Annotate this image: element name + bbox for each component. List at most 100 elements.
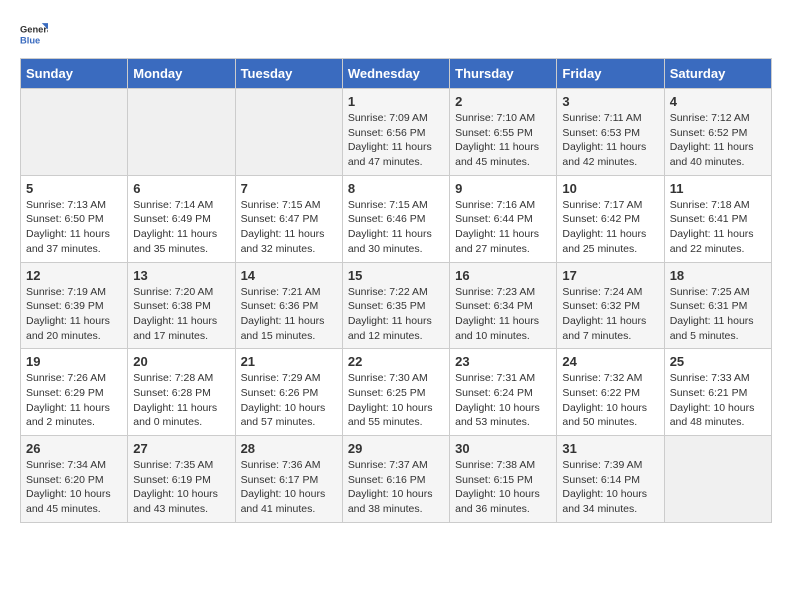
- day-info: Sunrise: 7:09 AM Sunset: 6:56 PM Dayligh…: [348, 111, 444, 170]
- day-number: 13: [133, 268, 229, 283]
- day-of-week-header: Thursday: [450, 59, 557, 89]
- day-number: 26: [26, 441, 122, 456]
- day-info: Sunrise: 7:12 AM Sunset: 6:52 PM Dayligh…: [670, 111, 766, 170]
- calendar-cell: 9 Sunrise: 7:16 AM Sunset: 6:44 PM Daylig…: [450, 175, 557, 262]
- calendar-cell: 23 Sunrise: 7:31 AM Sunset: 6:24 PM Dayli…: [450, 349, 557, 436]
- calendar-cell: 20 Sunrise: 7:28 AM Sunset: 6:28 PM Dayli…: [128, 349, 235, 436]
- calendar-cell: [128, 89, 235, 176]
- day-info: Sunrise: 7:11 AM Sunset: 6:53 PM Dayligh…: [562, 111, 658, 170]
- day-of-week-header: Wednesday: [342, 59, 449, 89]
- calendar-cell: 1 Sunrise: 7:09 AM Sunset: 6:56 PM Daylig…: [342, 89, 449, 176]
- calendar-cell: 19 Sunrise: 7:26 AM Sunset: 6:29 PM Dayli…: [21, 349, 128, 436]
- day-number: 24: [562, 354, 658, 369]
- logo-icon: General Blue: [20, 20, 48, 48]
- day-of-week-header: Saturday: [664, 59, 771, 89]
- day-number: 22: [348, 354, 444, 369]
- day-info: Sunrise: 7:34 AM Sunset: 6:20 PM Dayligh…: [26, 458, 122, 517]
- day-number: 1: [348, 94, 444, 109]
- day-info: Sunrise: 7:26 AM Sunset: 6:29 PM Dayligh…: [26, 371, 122, 430]
- day-info: Sunrise: 7:33 AM Sunset: 6:21 PM Dayligh…: [670, 371, 766, 430]
- day-info: Sunrise: 7:25 AM Sunset: 6:31 PM Dayligh…: [670, 285, 766, 344]
- day-info: Sunrise: 7:36 AM Sunset: 6:17 PM Dayligh…: [241, 458, 337, 517]
- day-number: 27: [133, 441, 229, 456]
- day-number: 3: [562, 94, 658, 109]
- calendar-cell: 30 Sunrise: 7:38 AM Sunset: 6:15 PM Dayli…: [450, 436, 557, 523]
- calendar-cell: 16Sunrise: 7:23 AM Sunset: 6:34 PM Dayli…: [450, 262, 557, 349]
- day-info: Sunrise: 7:35 AM Sunset: 6:19 PM Dayligh…: [133, 458, 229, 517]
- day-number: 16: [455, 268, 551, 283]
- day-info: Sunrise: 7:24 AM Sunset: 6:32 PM Dayligh…: [562, 285, 658, 344]
- day-number: 28: [241, 441, 337, 456]
- day-info: Sunrise: 7:28 AM Sunset: 6:28 PM Dayligh…: [133, 371, 229, 430]
- day-number: 25: [670, 354, 766, 369]
- day-info: Sunrise: 7:18 AM Sunset: 6:41 PM Dayligh…: [670, 198, 766, 257]
- calendar-cell: 14Sunrise: 7:21 AM Sunset: 6:36 PM Dayli…: [235, 262, 342, 349]
- day-info: Sunrise: 7:22 AM Sunset: 6:35 PM Dayligh…: [348, 285, 444, 344]
- calendar-cell: 8 Sunrise: 7:15 AM Sunset: 6:46 PM Daylig…: [342, 175, 449, 262]
- day-number: 8: [348, 181, 444, 196]
- svg-text:Blue: Blue: [20, 35, 40, 45]
- day-info: Sunrise: 7:16 AM Sunset: 6:44 PM Dayligh…: [455, 198, 551, 257]
- calendar-cell: 5Sunrise: 7:13 AM Sunset: 6:50 PM Daylig…: [21, 175, 128, 262]
- day-number: 6: [133, 181, 229, 196]
- calendar-cell: 22Sunrise: 7:30 AM Sunset: 6:25 PM Dayli…: [342, 349, 449, 436]
- calendar-cell: 27 Sunrise: 7:35 AM Sunset: 6:19 PM Dayli…: [128, 436, 235, 523]
- calendar-cell: 11 Sunrise: 7:18 AM Sunset: 6:41 PM Dayli…: [664, 175, 771, 262]
- day-info: Sunrise: 7:32 AM Sunset: 6:22 PM Dayligh…: [562, 371, 658, 430]
- calendar-cell: 12 Sunrise: 7:19 AM Sunset: 6:39 PM Dayli…: [21, 262, 128, 349]
- day-number: 10: [562, 181, 658, 196]
- day-of-week-header: Tuesday: [235, 59, 342, 89]
- day-number: 30: [455, 441, 551, 456]
- day-number: 12: [26, 268, 122, 283]
- day-info: Sunrise: 7:38 AM Sunset: 6:15 PM Dayligh…: [455, 458, 551, 517]
- calendar-cell: 2 Sunrise: 7:10 AM Sunset: 6:55 PM Daylig…: [450, 89, 557, 176]
- day-info: Sunrise: 7:13 AM Sunset: 6:50 PM Dayligh…: [26, 198, 122, 257]
- day-number: 15: [348, 268, 444, 283]
- day-number: 4: [670, 94, 766, 109]
- calendar-cell: 17 Sunrise: 7:24 AM Sunset: 6:32 PM Dayli…: [557, 262, 664, 349]
- calendar-cell: 15 Sunrise: 7:22 AM Sunset: 6:35 PM Dayli…: [342, 262, 449, 349]
- day-info: Sunrise: 7:29 AM Sunset: 6:26 PM Dayligh…: [241, 371, 337, 430]
- day-number: 7: [241, 181, 337, 196]
- day-number: 21: [241, 354, 337, 369]
- day-info: Sunrise: 7:15 AM Sunset: 6:46 PM Dayligh…: [348, 198, 444, 257]
- calendar-cell: 21 Sunrise: 7:29 AM Sunset: 6:26 PM Dayli…: [235, 349, 342, 436]
- day-of-week-header: Sunday: [21, 59, 128, 89]
- day-info: Sunrise: 7:19 AM Sunset: 6:39 PM Dayligh…: [26, 285, 122, 344]
- calendar-cell: 25 Sunrise: 7:33 AM Sunset: 6:21 PM Dayli…: [664, 349, 771, 436]
- calendar-cell: 4 Sunrise: 7:12 AM Sunset: 6:52 PM Daylig…: [664, 89, 771, 176]
- day-number: 14: [241, 268, 337, 283]
- calendar-week-row: 26 Sunrise: 7:34 AM Sunset: 6:20 PM Dayli…: [21, 436, 772, 523]
- day-info: Sunrise: 7:31 AM Sunset: 6:24 PM Dayligh…: [455, 371, 551, 430]
- calendar-cell: 18 Sunrise: 7:25 AM Sunset: 6:31 PM Dayli…: [664, 262, 771, 349]
- calendar-cell: [21, 89, 128, 176]
- day-number: 11: [670, 181, 766, 196]
- day-info: Sunrise: 7:14 AM Sunset: 6:49 PM Dayligh…: [133, 198, 229, 257]
- calendar-week-row: 5Sunrise: 7:13 AM Sunset: 6:50 PM Daylig…: [21, 175, 772, 262]
- calendar-cell: [664, 436, 771, 523]
- calendar-cell: 28 Sunrise: 7:36 AM Sunset: 6:17 PM Dayli…: [235, 436, 342, 523]
- day-number: 17: [562, 268, 658, 283]
- day-number: 2: [455, 94, 551, 109]
- svg-text:General: General: [20, 24, 48, 34]
- day-info: Sunrise: 7:15 AM Sunset: 6:47 PM Dayligh…: [241, 198, 337, 257]
- day-number: 23: [455, 354, 551, 369]
- calendar-week-row: 1 Sunrise: 7:09 AM Sunset: 6:56 PM Daylig…: [21, 89, 772, 176]
- calendar-cell: [235, 89, 342, 176]
- day-number: 29: [348, 441, 444, 456]
- calendar-week-row: 19 Sunrise: 7:26 AM Sunset: 6:29 PM Dayli…: [21, 349, 772, 436]
- day-of-week-header: Monday: [128, 59, 235, 89]
- day-number: 9: [455, 181, 551, 196]
- calendar-cell: 26 Sunrise: 7:34 AM Sunset: 6:20 PM Dayli…: [21, 436, 128, 523]
- day-number: 20: [133, 354, 229, 369]
- logo: General Blue: [20, 20, 48, 48]
- day-info: Sunrise: 7:10 AM Sunset: 6:55 PM Dayligh…: [455, 111, 551, 170]
- day-number: 18: [670, 268, 766, 283]
- day-info: Sunrise: 7:37 AM Sunset: 6:16 PM Dayligh…: [348, 458, 444, 517]
- calendar-cell: 6 Sunrise: 7:14 AM Sunset: 6:49 PM Daylig…: [128, 175, 235, 262]
- day-info: Sunrise: 7:39 AM Sunset: 6:14 PM Dayligh…: [562, 458, 658, 517]
- day-number: 19: [26, 354, 122, 369]
- day-info: Sunrise: 7:20 AM Sunset: 6:38 PM Dayligh…: [133, 285, 229, 344]
- page-header: General Blue: [20, 20, 772, 48]
- calendar-cell: 13 Sunrise: 7:20 AM Sunset: 6:38 PM Dayli…: [128, 262, 235, 349]
